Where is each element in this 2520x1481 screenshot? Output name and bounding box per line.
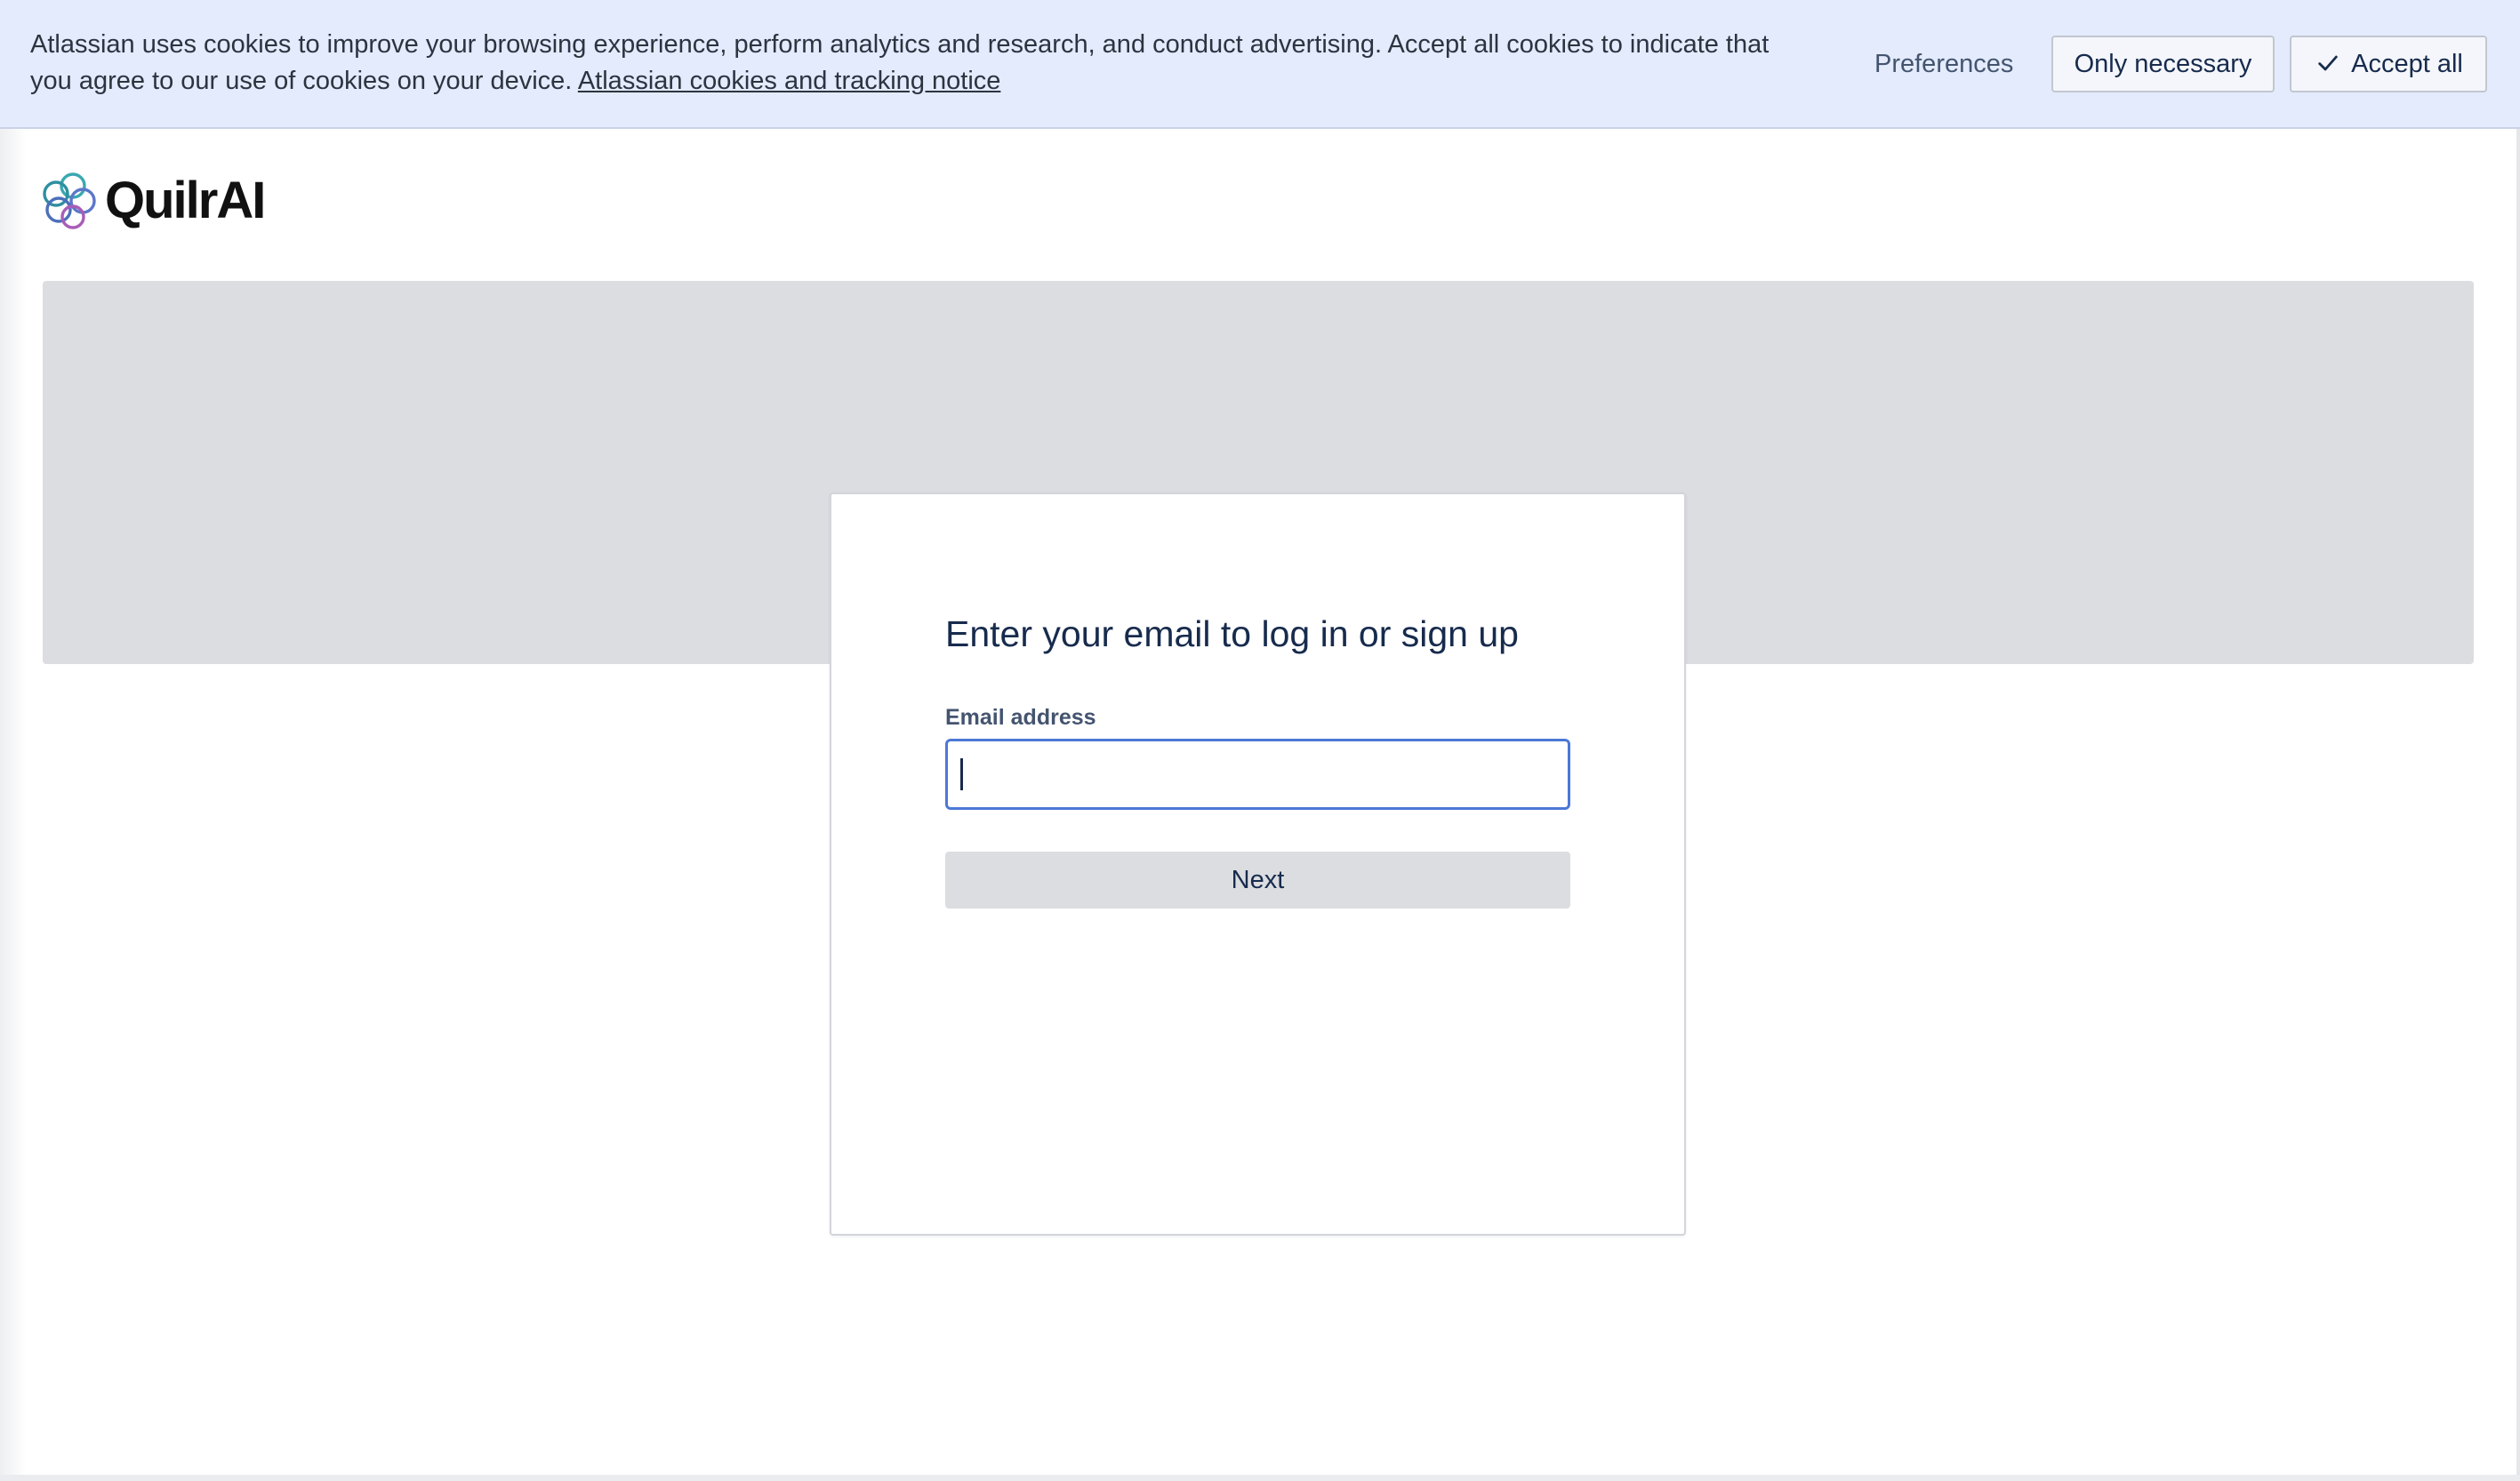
quilrai-logo-icon: [43, 172, 96, 229]
preferences-button[interactable]: Preferences: [1858, 36, 2029, 92]
cookie-notice-link[interactable]: Atlassian cookies and tracking notice: [578, 67, 1001, 95]
check-icon: [2318, 55, 2338, 71]
email-label: Email address: [945, 705, 1096, 730]
page-right-edge: [2516, 129, 2520, 1481]
login-card: Enter your email to log in or sign up Em…: [830, 492, 1686, 1236]
cookie-message: Atlassian uses cookies to improve your b…: [30, 27, 1818, 100]
page-left-gutter: [0, 129, 27, 1481]
only-necessary-button[interactable]: Only necessary: [2051, 36, 2275, 92]
text-caret: [960, 758, 963, 790]
page-bottom-edge: [0, 1475, 2520, 1481]
next-button[interactable]: Next: [945, 852, 1570, 909]
cookie-banner: Atlassian uses cookies to improve your b…: [0, 0, 2520, 129]
site-logo[interactable]: QuilrAI: [41, 171, 266, 231]
accept-all-button[interactable]: Accept all: [2290, 36, 2487, 92]
accept-all-label: Accept all: [2351, 50, 2463, 78]
login-title: Enter your email to log in or sign up: [945, 613, 1519, 654]
email-input[interactable]: [945, 739, 1570, 810]
logo-text: QuilrAI: [105, 172, 266, 229]
